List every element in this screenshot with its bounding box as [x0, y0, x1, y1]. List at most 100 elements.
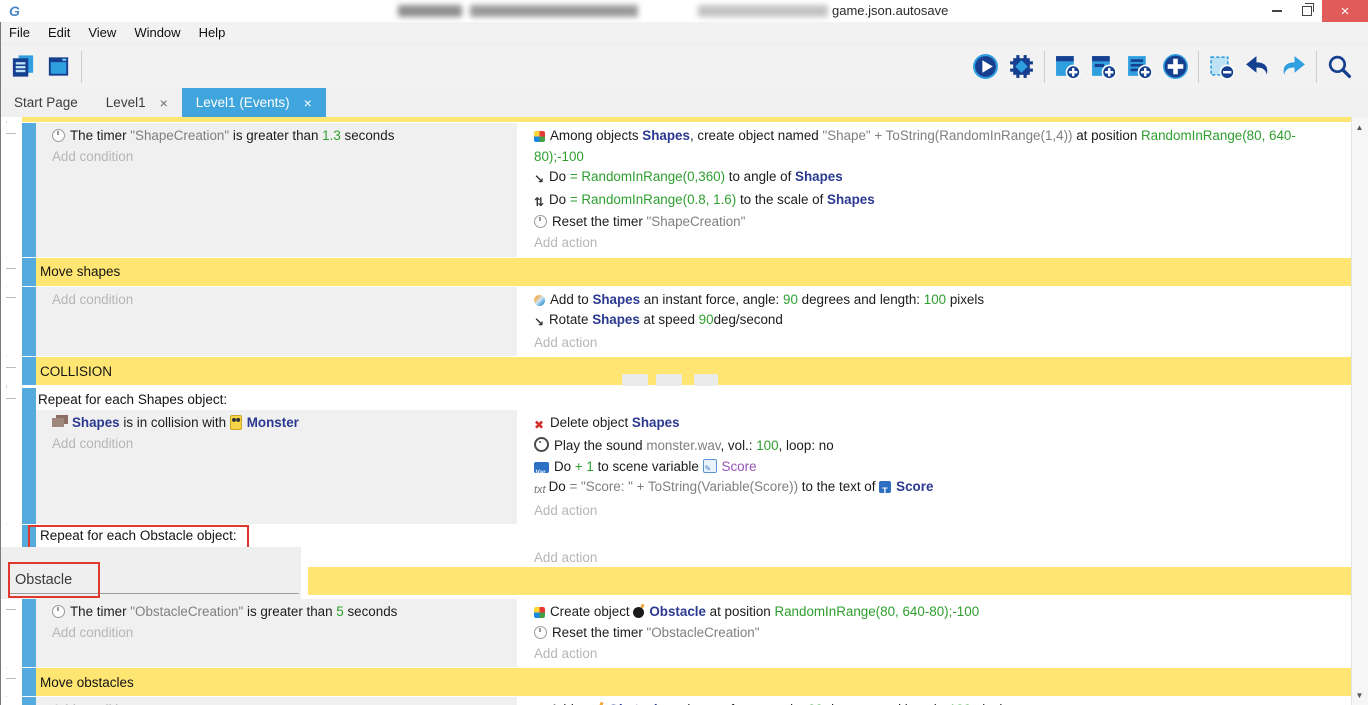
comment-row[interactable]: Move shapes [0, 258, 1352, 286]
empty-comment-row[interactable] [308, 567, 1352, 595]
event-marker-bar [22, 287, 36, 357]
angle-icon [534, 312, 546, 333]
action-row[interactable]: Reset the timer "ShapeCreation" [519, 212, 1352, 233]
add-action[interactable]: Add action [519, 644, 1352, 665]
event-gutter [0, 668, 22, 696]
add-event-icon[interactable] [1054, 53, 1081, 80]
close-tab-icon[interactable]: × [304, 95, 312, 111]
timer-icon [534, 215, 547, 228]
add-condition[interactable]: Add condition [36, 700, 517, 705]
condition-row[interactable]: The timer "ShapeCreation" is greater tha… [36, 126, 517, 147]
annotation-red-box [8, 562, 100, 598]
scale-icon [534, 192, 546, 213]
conditions-column: The timer "ObstacleCreation" is greater … [36, 599, 517, 667]
vertical-scrollbar[interactable]: ▲ ▼ [1351, 117, 1368, 705]
event-gutter [0, 123, 22, 257]
actions-column: Delete object ShapesPlay the sound monst… [519, 410, 1352, 524]
gdevelop-window: G game.json.autosave × FileEditViewWindo… [0, 0, 1368, 705]
undo-icon[interactable] [1244, 53, 1271, 80]
remove-event-icon[interactable] [1208, 53, 1235, 80]
project-manager-icon[interactable] [9, 53, 36, 80]
menu-bar: FileEditViewWindowHelp [0, 22, 1368, 45]
actions-column: Add to Shapes an instant force, angle: 9… [519, 287, 1352, 357]
artifact-blob [694, 374, 718, 386]
tab-bar: Start PageLevel1×Level1 (Events)× [0, 88, 1368, 117]
event-gutter [0, 697, 22, 705]
force-icon [534, 295, 545, 306]
tab-label: Start Page [14, 95, 78, 110]
add-condition[interactable]: Add condition [36, 147, 517, 168]
action-row[interactable]: Add to Obstacle an instant force, angle:… [519, 700, 1352, 705]
action-row[interactable]: Do = RandomInRange(0,360) to angle of Sh… [519, 167, 1352, 190]
angle-icon [534, 169, 546, 190]
monster-icon [230, 415, 242, 430]
add-condition[interactable]: Add condition [36, 290, 517, 311]
add-action[interactable]: Add action [519, 233, 1352, 254]
add-condition[interactable]: Add condition [36, 434, 517, 455]
event-block: Repeat for each Shapes object:Shapes is … [0, 388, 1352, 524]
add-other-event-icon[interactable] [1162, 53, 1189, 80]
tab-level1[interactable]: Level1 × [92, 88, 182, 117]
redacted-title-segment [470, 5, 638, 17]
create-object-icon [534, 607, 545, 618]
scene-window-icon[interactable] [45, 53, 72, 80]
add-subevent-icon[interactable] [1090, 53, 1117, 80]
comment-row[interactable]: Move obstacles [0, 668, 1352, 696]
minimize-button[interactable] [1262, 0, 1292, 22]
close-tab-icon[interactable]: × [160, 95, 168, 111]
comment-text: Move obstacles [36, 668, 1352, 696]
menu-file[interactable]: File [0, 22, 39, 44]
redacted-title-segment [398, 5, 462, 17]
delete-icon [534, 415, 546, 436]
add-action[interactable]: Add action [519, 333, 1352, 354]
menu-window[interactable]: Window [125, 22, 189, 44]
action-row[interactable]: Create object Obstacle at position Rando… [519, 602, 1352, 623]
close-button[interactable]: × [1322, 0, 1368, 22]
action-row[interactable]: Add to Shapes an instant force, angle: 9… [519, 290, 1352, 311]
tab-start-page[interactable]: Start Page [0, 88, 92, 117]
gdevelop-logo-icon: G [9, 0, 20, 22]
repeat-event-header[interactable]: Repeat for each Shapes object: [36, 388, 1352, 410]
menu-help[interactable]: Help [190, 22, 235, 44]
add-action[interactable]: Add action [534, 550, 597, 565]
conditions-column: Shapes is in collision with MonsterAdd c… [36, 410, 517, 524]
timer-icon [52, 129, 65, 142]
actions-column: Among objects Shapes, create object name… [519, 123, 1352, 257]
timer-icon [534, 626, 547, 639]
event-block: The timer "ShapeCreation" is greater tha… [0, 123, 1352, 257]
title-bar: G game.json.autosave × [0, 0, 1368, 22]
event-gutter [0, 357, 22, 385]
condition-row[interactable]: Shapes is in collision with Monster [36, 413, 517, 434]
add-action[interactable]: Add action [519, 501, 1352, 522]
action-row[interactable]: Do = "Score: " + ToString(Variable(Score… [519, 477, 1352, 501]
scroll-down-icon[interactable]: ▼ [1352, 687, 1367, 703]
action-row[interactable]: Rotate Shapes at speed 90deg/second [519, 310, 1352, 333]
play-icon[interactable] [972, 53, 999, 80]
add-comment-icon[interactable] [1126, 53, 1153, 80]
txt-icon [534, 480, 546, 501]
tab-label: Level1 [106, 95, 146, 110]
event-gutter [0, 258, 22, 286]
condition-row[interactable]: The timer "ObstacleCreation" is greater … [36, 602, 517, 623]
actions-column: Add to Obstacle an instant force, angle:… [519, 697, 1352, 705]
redo-icon[interactable] [1280, 53, 1307, 80]
event-block: Add conditionAdd to Shapes an instant fo… [0, 287, 1352, 357]
action-row[interactable]: Among objects Shapes, create object name… [519, 126, 1352, 167]
tab-level1-events-[interactable]: Level1 (Events)× [182, 88, 326, 117]
menu-view[interactable]: View [79, 22, 125, 44]
debug-icon[interactable] [1008, 53, 1035, 80]
scroll-up-icon[interactable]: ▲ [1352, 119, 1367, 135]
action-row[interactable]: Delete object Shapes [519, 413, 1352, 436]
variable-icon [534, 462, 549, 473]
comment-row-partial [22, 117, 1352, 122]
search-icon[interactable] [1326, 53, 1353, 80]
action-row[interactable]: Do + 1 to scene variable Score [519, 457, 1352, 478]
action-row[interactable]: Do = RandomInRange(0.8, 1.6) to the scal… [519, 190, 1352, 213]
action-row[interactable]: Reset the timer "ObstacleCreation" [519, 623, 1352, 644]
restore-button[interactable] [1292, 0, 1322, 22]
action-row[interactable]: Play the sound monster.wav, vol.: 100, l… [519, 436, 1352, 457]
menu-edit[interactable]: Edit [39, 22, 79, 44]
add-condition[interactable]: Add condition [36, 623, 517, 644]
bomb-icon [633, 607, 644, 618]
artifact-blob [622, 374, 648, 386]
